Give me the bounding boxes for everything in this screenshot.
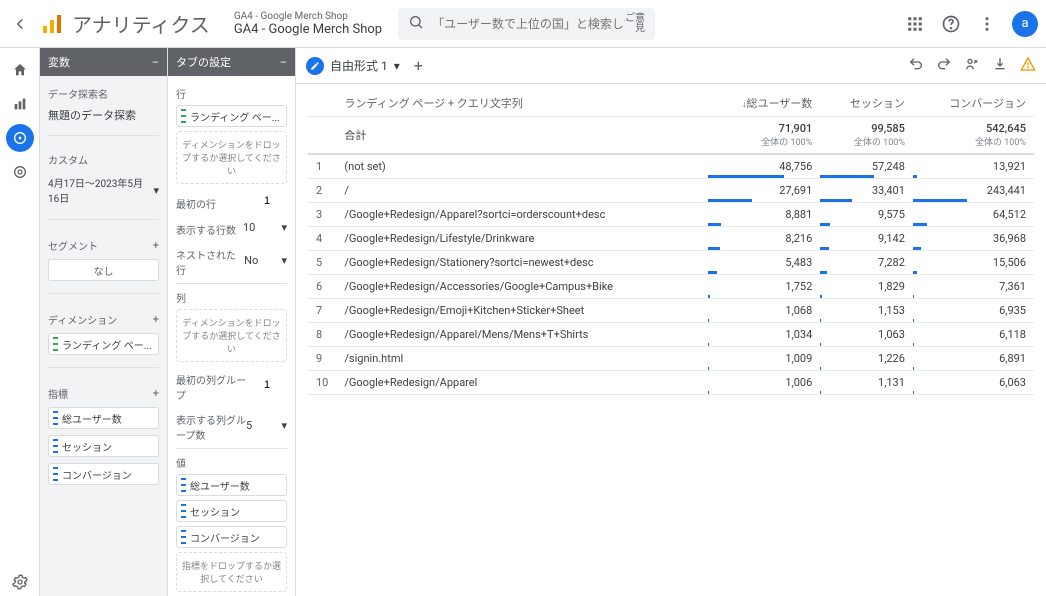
feedback-link[interactable]: ご意見 [625, 14, 645, 34]
rows-label: 行 [176, 86, 287, 101]
ga-logo-icon [40, 12, 64, 36]
metric-label: 指標 [48, 386, 68, 401]
table-row[interactable]: 8/Google+Redesign/Apparel/Mens/Mens+T+Sh… [308, 323, 1034, 347]
avatar[interactable]: a [1012, 11, 1038, 37]
table-row[interactable]: 6/Google+Redesign/Accessories/Google+Cam… [308, 275, 1034, 299]
no-segment-chip[interactable]: なし [48, 259, 159, 281]
table-row[interactable]: 7/Google+Redesign/Emoji+Kitchen+Sticker+… [308, 299, 1034, 323]
add-dimension-button[interactable]: + [153, 313, 159, 326]
data-table: ランディング ページ + クエリ文字列 ↓総ユーザー数 セッション コンバージョ… [308, 90, 1034, 395]
table-row[interactable]: 9/signin.html 1,009 1,226 6,891 [308, 347, 1034, 371]
exploration-name[interactable]: 無題のデータ探索 [48, 107, 159, 123]
table-row[interactable]: 4/Google+Redesign/Lifestyle/Drinkware 8,… [308, 227, 1034, 251]
edit-icon [306, 57, 324, 75]
warning-icon[interactable] [1020, 56, 1036, 75]
table-row[interactable]: 3/Google+Redesign/Apparel?sortci=ordersc… [308, 203, 1034, 227]
start-col-label: 最初の列グループ [176, 372, 247, 402]
search-icon [408, 14, 424, 33]
chevron-down-icon: ▾ [394, 59, 400, 73]
chevron-down-icon: ▾ [153, 184, 159, 197]
start-row-label: 最初の行 [176, 196, 216, 211]
nav-home[interactable] [6, 56, 34, 84]
table-row[interactable]: 10/Google+Redesign/Apparel 1,006 1,131 6… [308, 371, 1034, 395]
col-groups-select[interactable]: 5▾ [246, 417, 287, 434]
values-label: 値 [176, 455, 287, 470]
more-menu-icon[interactable] [976, 13, 998, 35]
exploration-name-label: データ探索名 [48, 86, 159, 101]
property-name: GA4 - Google Merch Shop [234, 22, 382, 37]
property-crumb: GA4 - Google Merch Shop [234, 11, 382, 22]
add-tab-button[interactable]: + [414, 56, 423, 75]
segment-label: セグメント [48, 238, 98, 253]
values-drop-zone[interactable]: 指標をドロップするか選択してください [176, 552, 287, 592]
help-icon[interactable] [940, 13, 962, 35]
tab-name: 自由形式 1 [330, 57, 388, 74]
nav-reports[interactable] [6, 90, 34, 118]
rows-chip-landing[interactable]: ランディング ペー... [176, 105, 287, 127]
nav-explore[interactable] [6, 124, 34, 152]
dimension-chip-landing[interactable]: ランディング ペー... [48, 333, 159, 355]
metric-chip-sessions[interactable]: セッション [48, 435, 159, 457]
search-bar[interactable]: ご意見 [398, 8, 655, 40]
metric-chip-conversions[interactable]: コンバージョン [48, 463, 159, 485]
cols-drop-zone[interactable]: ディメンションをドロップするか選択してください [176, 309, 287, 362]
start-col-input[interactable] [247, 374, 287, 396]
collapse-icon[interactable]: – [152, 56, 159, 69]
back-button[interactable] [8, 12, 32, 36]
custom-label: カスタム [48, 152, 159, 167]
table-row[interactable]: 2/ 27,691 33,401 243,441 [308, 179, 1034, 203]
apps-icon[interactable] [904, 13, 926, 35]
col-groups-label: 表示する列グループ数 [176, 412, 246, 442]
col-header-users[interactable]: ↓総ユーザー数 [708, 90, 821, 117]
search-input[interactable] [432, 17, 625, 31]
metric-chip-users[interactable]: 総ユーザー数 [48, 407, 159, 429]
col-header-conversions[interactable]: コンバージョン [913, 90, 1034, 117]
share-icon[interactable] [964, 56, 980, 75]
collapse-icon[interactable]: – [280, 56, 287, 69]
table-row[interactable]: 5/Google+Redesign/Stationery?sortci=newe… [308, 251, 1034, 275]
show-rows-label: 表示する行数 [176, 222, 236, 237]
rows-drop-zone[interactable]: ディメンションをドロップするか選択してください [176, 131, 287, 184]
date-range-selector[interactable]: 4月17日～2023年5月16日 ▾ [48, 173, 159, 207]
value-chip-conversions[interactable]: コンバージョン [176, 526, 287, 548]
nav-advertising[interactable] [6, 158, 34, 186]
cols-label: 列 [176, 290, 287, 305]
property-selector[interactable]: GA4 - Google Merch Shop GA4 - Google Mer… [234, 11, 382, 37]
value-chip-users[interactable]: 総ユーザー数 [176, 474, 287, 496]
value-chip-sessions[interactable]: セッション [176, 500, 287, 522]
download-icon[interactable] [992, 56, 1008, 75]
dimension-label: ディメンション [48, 312, 117, 327]
undo-icon[interactable] [908, 56, 924, 75]
nested-select[interactable]: No▾ [244, 252, 287, 269]
redo-icon[interactable] [936, 56, 952, 75]
add-segment-button[interactable]: + [153, 239, 159, 252]
table-row[interactable]: 1(not set) 48,756 57,248 13,921 [308, 154, 1034, 179]
nav-admin[interactable] [6, 568, 34, 596]
totals-row: 合計 71,901全体の 100% 99,585全体の 100% 542,645… [308, 117, 1034, 155]
exploration-tab[interactable]: 自由形式 1 ▾ [306, 57, 400, 75]
variables-panel-header: 変数 – [40, 48, 167, 76]
col-header-sessions[interactable]: セッション [820, 90, 913, 117]
show-rows-select[interactable]: 10▾ [243, 219, 287, 236]
col-header-dimension[interactable]: ランディング ページ + クエリ文字列 [336, 90, 707, 117]
nested-label: ネストされた行 [176, 247, 244, 277]
add-metric-button[interactable]: + [153, 387, 159, 400]
app-title: アナリティクス [72, 9, 210, 38]
start-row-input[interactable] [247, 190, 287, 212]
tab-settings-header: タブの設定 – [168, 48, 295, 76]
